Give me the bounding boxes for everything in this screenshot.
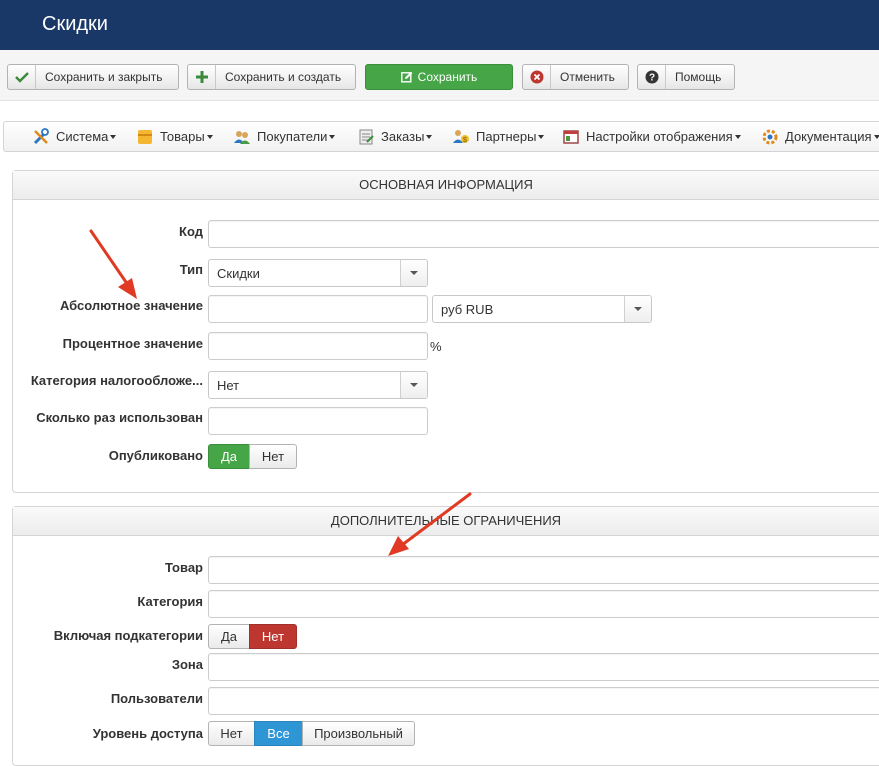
product-input[interactable] (208, 556, 879, 584)
product-label: Товар (164, 560, 203, 575)
category-input[interactable] (208, 590, 879, 618)
save-new-label: Сохранить и создать (225, 70, 342, 84)
menu-label-customers: Покупатели (257, 129, 328, 144)
users-icon (233, 128, 251, 146)
access-all-button[interactable]: Все (254, 721, 303, 746)
display-icon (562, 128, 580, 146)
menu-item-documentation[interactable]: Документация (761, 122, 879, 151)
svg-text:?: ? (648, 73, 654, 84)
help-button[interactable]: ? Помощь (637, 64, 735, 90)
published-toggle: Да Нет (208, 444, 297, 469)
edit-icon (400, 71, 413, 83)
menu-label-orders: Заказы (381, 129, 425, 144)
tax-category-value: Нет (217, 377, 240, 393)
checkmark-icon (8, 65, 36, 89)
pct-value-label: Процентное значение (62, 336, 203, 351)
component-menu: Система Товары Покупатели Заказы $ Партн… (3, 121, 879, 152)
chevron-down-icon (400, 372, 427, 398)
used-count-input[interactable] (208, 407, 428, 435)
subcategories-toggle: Да Нет (208, 624, 297, 649)
subcategories-no-button[interactable]: Нет (249, 624, 297, 649)
basic-info-title: ОСНОВНАЯ ИНФОРМАЦИЯ (13, 171, 879, 200)
access-level-label: Уровень доступа (92, 726, 203, 741)
chevron-down-icon (624, 296, 651, 322)
cancel-button[interactable]: Отменить (522, 64, 629, 90)
cancel-label: Отменить (560, 70, 615, 84)
currency-value: руб RUB (441, 301, 494, 317)
orders-icon (357, 128, 375, 146)
menu-item-products[interactable]: Товары (136, 122, 213, 151)
help-label: Помощь (675, 70, 722, 84)
users-label: Пользователи (110, 691, 203, 706)
menu-label-system: Система (56, 129, 109, 144)
plus-icon (188, 65, 216, 89)
abs-value-input[interactable] (208, 295, 428, 323)
pct-value-input[interactable] (208, 332, 428, 360)
subcategories-label: Включая подкатегории (53, 628, 203, 643)
code-label: Код (179, 224, 203, 239)
title-bar: Скидки (0, 0, 879, 50)
abs-value-label: Абсолютное значение (59, 298, 203, 313)
help-gear-icon (761, 128, 779, 146)
access-custom-button[interactable]: Произвольный (302, 721, 415, 746)
svg-text:$: $ (463, 137, 467, 144)
currency-select[interactable]: руб RUB (432, 295, 652, 323)
zone-input[interactable] (208, 653, 879, 681)
type-value: Скидки (217, 265, 260, 281)
users-input[interactable] (208, 687, 879, 715)
menu-item-customers[interactable]: Покупатели (233, 122, 336, 151)
save-close-button[interactable]: Сохранить и закрыть (7, 64, 179, 90)
box-icon (136, 128, 154, 146)
used-count-label: Сколько раз использован (36, 410, 203, 425)
chevron-down-icon (400, 260, 427, 286)
page-title: Скидки (42, 13, 108, 35)
published-yes-button[interactable]: Да (208, 444, 250, 469)
tax-category-label: Категория налогообложе... (30, 373, 203, 388)
menu-item-system[interactable]: Система (32, 122, 117, 151)
menu-label-display-settings: Настройки отображения (586, 129, 733, 144)
access-none-button[interactable]: Нет (208, 721, 255, 746)
tools-icon (32, 127, 50, 146)
partners-icon: $ (452, 128, 470, 146)
menu-item-partners[interactable]: $ Партнеры (452, 122, 545, 151)
save-button[interactable]: Сохранить (365, 64, 513, 90)
save-label: Сохранить (417, 70, 478, 84)
question-icon: ? (638, 65, 666, 89)
subcategories-yes-button[interactable]: Да (208, 624, 250, 649)
menu-item-orders[interactable]: Заказы (357, 122, 433, 151)
save-close-label: Сохранить и закрыть (45, 70, 163, 84)
extra-restrictions-title: ДОПОЛНИТЕЛЬНЫЕ ОГРАНИЧЕНИЯ (13, 507, 879, 536)
category-label: Категория (137, 594, 203, 609)
published-label: Опубликовано (108, 448, 203, 463)
type-label: Тип (179, 262, 203, 277)
menu-label-partners: Партнеры (476, 129, 537, 144)
menu-label-products: Товары (160, 129, 205, 144)
menu-item-display-settings[interactable]: Настройки отображения (562, 122, 741, 151)
zone-label: Зона (171, 657, 203, 672)
access-level-toggle: Нет Все Произвольный (208, 721, 415, 746)
menu-label-documentation: Документация (785, 129, 872, 144)
save-new-button[interactable]: Сохранить и создать (187, 64, 356, 90)
basic-info-panel: ОСНОВНАЯ ИНФОРМАЦИЯ (12, 170, 879, 493)
percent-sign: % (430, 339, 442, 354)
toolbar: Сохранить и закрыть Сохранить и создать … (0, 50, 879, 101)
cancel-icon (523, 65, 551, 89)
type-select[interactable]: Скидки (208, 259, 428, 287)
code-input[interactable] (208, 220, 879, 248)
published-no-button[interactable]: Нет (249, 444, 297, 469)
tax-category-select[interactable]: Нет (208, 371, 428, 399)
